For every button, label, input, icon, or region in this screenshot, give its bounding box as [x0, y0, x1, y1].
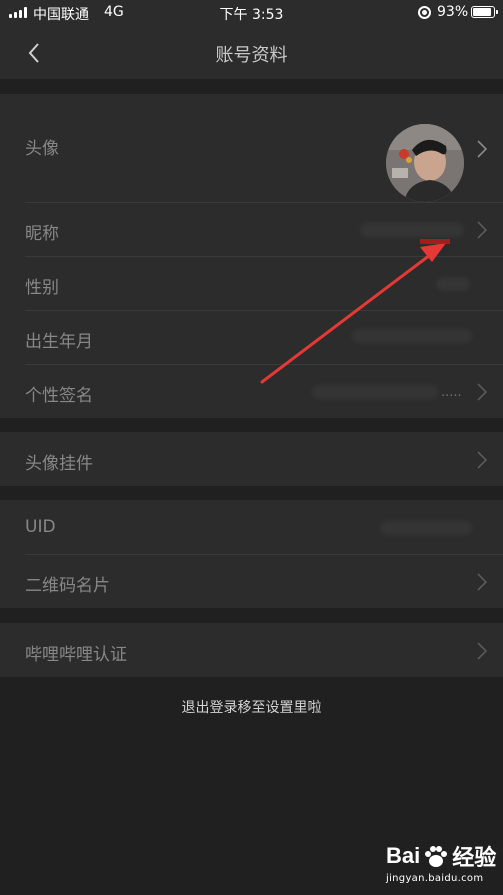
id-group: UID 二维码名片 — [0, 500, 503, 608]
nickname-value-redacted — [360, 223, 464, 237]
pendant-row[interactable]: 头像挂件 — [0, 432, 503, 486]
avatar[interactable] — [386, 124, 464, 202]
avatar-row[interactable]: 头像 — [0, 94, 503, 202]
chevron-right-icon — [477, 140, 487, 158]
uid-value-redacted — [380, 521, 472, 535]
signature-value-redacted — [312, 385, 438, 399]
qrcode-row[interactable]: 二维码名片 — [0, 554, 503, 608]
uid-row: UID — [0, 500, 503, 554]
signature-label: 个性签名 — [25, 386, 93, 406]
chevron-right-icon — [477, 573, 487, 591]
avatar-image — [386, 124, 464, 202]
verify-label: 哔哩哔哩认证 — [25, 645, 127, 665]
chevron-right-icon — [477, 451, 487, 469]
watermark-url: jingyan.baidu.com — [386, 873, 484, 884]
gender-row[interactable]: 性别 — [0, 256, 503, 310]
battery-percent: 93% — [437, 4, 469, 20]
pendant-group: 头像挂件 — [0, 432, 503, 486]
gender-label: 性别 — [25, 278, 59, 298]
birth-label: 出生年月 — [25, 332, 93, 352]
nickname-row[interactable]: 昵称 — [0, 202, 503, 256]
verify-group: 哔哩哔哩认证 — [0, 623, 503, 677]
signature-ellipsis: ..... — [441, 385, 462, 400]
orientation-lock-icon — [418, 6, 431, 19]
chevron-right-icon — [477, 383, 487, 401]
status-bar: 中国联通 4G 下午 3:53 93% — [0, 0, 503, 26]
pendant-label: 头像挂件 — [25, 454, 93, 474]
avatar-label: 头像 — [25, 139, 59, 159]
battery-fill — [473, 8, 491, 16]
birth-value-redacted — [352, 329, 472, 343]
paw-icon — [422, 842, 450, 870]
battery-icon — [471, 6, 498, 18]
page-title: 账号资料 — [215, 45, 288, 66]
signature-row[interactable]: 个性签名 ..... — [0, 364, 503, 418]
logout-hint: 退出登录移至设置里啦 — [181, 700, 322, 716]
qrcode-label: 二维码名片 — [25, 576, 110, 596]
nickname-label: 昵称 — [25, 224, 59, 244]
uid-label: UID — [25, 517, 56, 537]
chevron-right-icon — [477, 221, 487, 239]
birth-row[interactable]: 出生年月 — [0, 310, 503, 364]
watermark-brand-left: Bai — [386, 843, 421, 868]
nav-bar: 账号资料 — [0, 26, 503, 79]
verify-row[interactable]: 哔哩哔哩认证 — [0, 623, 503, 677]
watermark-brand-right: 经验 — [452, 845, 497, 870]
profile-group: 头像 昵称 性别 出生年月 个性签名 ..... — [0, 94, 503, 418]
baidu-watermark: Bai 经验 jingyan.baidu.com — [386, 840, 496, 884]
chevron-right-icon — [477, 642, 487, 660]
gender-value-redacted — [436, 277, 470, 291]
